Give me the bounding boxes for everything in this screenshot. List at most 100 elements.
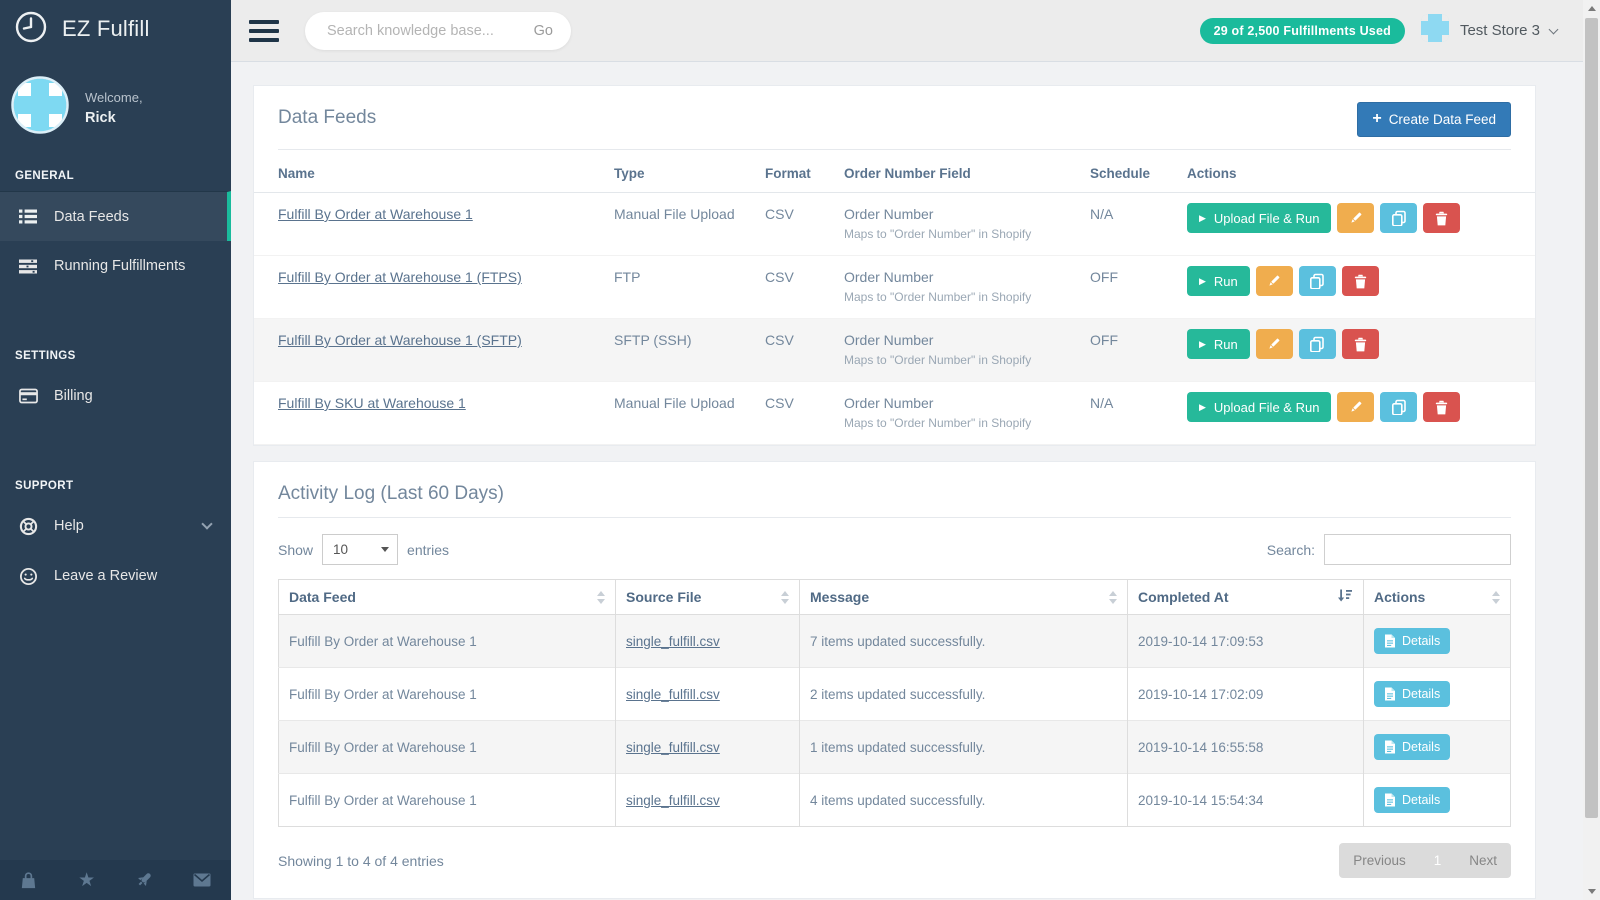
activity-data-feed: Fulfill By Order at Warehouse 1	[279, 668, 616, 721]
col-header-source-file[interactable]: Source File	[616, 580, 800, 615]
order-field: Order Number	[844, 269, 1082, 285]
col-header-schedule: Schedule	[1090, 152, 1187, 193]
show-label: Show	[278, 542, 313, 558]
play-icon: ▶	[1199, 277, 1206, 286]
col-header-completed-at[interactable]: Completed At	[1128, 580, 1364, 615]
upload-run-button[interactable]: ▶ Upload File & Run	[1187, 392, 1331, 422]
schedule-status: N/A	[1090, 382, 1187, 445]
copy-button[interactable]	[1380, 392, 1417, 422]
copy-icon	[1391, 210, 1407, 226]
pagination: Previous 1 Next	[1339, 843, 1511, 878]
document-icon	[1384, 634, 1396, 648]
order-field-note: Maps to "Order Number" in Shopify	[844, 290, 1082, 304]
activity-log-table: Data Feed Source File Message	[278, 579, 1511, 827]
trash-icon	[1435, 400, 1448, 415]
sidebar-item-label: Data Feeds	[54, 209, 129, 225]
sidebar: EZ Fulfill Welcome, Rick GENERAL	[0, 0, 231, 900]
source-file-link[interactable]: single_fulfill.csv	[626, 634, 720, 649]
edit-button[interactable]	[1256, 329, 1293, 359]
entries-label: entries	[407, 542, 449, 558]
section-label-settings: SETTINGS	[0, 335, 231, 371]
trash-icon	[1435, 211, 1448, 226]
life-ring-icon	[17, 517, 39, 536]
activity-completed-at: 2019-10-14 17:09:53	[1128, 615, 1364, 668]
col-header-message[interactable]: Message	[800, 580, 1128, 615]
edit-button[interactable]	[1256, 266, 1293, 296]
data-feed-link[interactable]: Fulfill By SKU at Warehouse 1	[278, 395, 466, 411]
menu-toggle-button[interactable]	[249, 20, 279, 42]
copy-button[interactable]	[1299, 329, 1336, 359]
activity-search-input[interactable]	[1324, 534, 1511, 565]
sidebar-item-label: Billing	[54, 388, 93, 404]
run-button[interactable]: ▶ Run	[1187, 329, 1250, 359]
pencil-icon	[1349, 400, 1363, 414]
entries-summary: Showing 1 to 4 of 4 entries	[278, 853, 444, 869]
welcome-label: Welcome,	[85, 90, 143, 105]
edit-button[interactable]	[1337, 392, 1374, 422]
shopping-bag-icon[interactable]	[0, 860, 58, 900]
search-label: Search:	[1267, 542, 1315, 558]
rocket-icon[interactable]	[116, 860, 174, 900]
delete-button[interactable]	[1342, 266, 1379, 296]
details-button[interactable]: Details	[1374, 734, 1450, 760]
create-data-feed-button[interactable]: + Create Data Feed	[1357, 102, 1511, 137]
envelope-icon[interactable]	[173, 860, 231, 900]
scroll-up-arrow[interactable]	[1583, 0, 1600, 17]
data-feed-link[interactable]: Fulfill By Order at Warehouse 1	[278, 206, 473, 222]
star-icon[interactable]: ★	[58, 860, 116, 900]
current-page-button[interactable]: 1	[1420, 843, 1456, 878]
store-avatar	[1420, 13, 1450, 48]
delete-button[interactable]	[1342, 329, 1379, 359]
source-file-link[interactable]: single_fulfill.csv	[626, 740, 720, 755]
search-go-button[interactable]: Go	[534, 23, 553, 39]
scrollbar-thumb[interactable]	[1585, 18, 1598, 818]
row-actions: ▶ Upload File & Run	[1187, 392, 1527, 422]
delete-button[interactable]	[1423, 203, 1460, 233]
feed-format: CSV	[765, 319, 844, 382]
page-size-select[interactable]: 10	[322, 534, 398, 565]
details-button[interactable]: Details	[1374, 628, 1450, 654]
knowledge-search: Go	[305, 12, 571, 50]
copy-button[interactable]	[1299, 266, 1336, 296]
col-header-format: Format	[765, 152, 844, 193]
run-button[interactable]: ▶ Run	[1187, 266, 1250, 296]
next-page-button[interactable]: Next	[1455, 843, 1511, 878]
pencil-icon	[1349, 211, 1363, 225]
source-file-link[interactable]: single_fulfill.csv	[626, 687, 720, 702]
activity-completed-at: 2019-10-14 17:02:09	[1128, 668, 1364, 721]
copy-icon	[1391, 399, 1407, 415]
activity-message: 2 items updated successfully.	[800, 668, 1128, 721]
activity-table-footer: Showing 1 to 4 of 4 entries Previous 1 N…	[254, 827, 1535, 898]
scroll-down-arrow[interactable]	[1583, 883, 1600, 900]
schedule-status: OFF	[1090, 319, 1187, 382]
topbar-right: 29 of 2,500 Fulfillments Used	[1200, 13, 1557, 48]
upload-run-button[interactable]: ▶ Upload File & Run	[1187, 203, 1331, 233]
sidebar-item-billing[interactable]: Billing	[0, 371, 231, 421]
data-feed-link[interactable]: Fulfill By Order at Warehouse 1 (SFTP)	[278, 332, 522, 348]
page-scrollbar[interactable]	[1583, 0, 1600, 900]
details-button[interactable]: Details	[1374, 787, 1450, 813]
store-menu[interactable]: Test Store 3	[1420, 13, 1557, 48]
sort-desc-icon	[1338, 589, 1353, 605]
data-feed-row: Fulfill By SKU at Warehouse 1 Manual Fil…	[254, 382, 1535, 445]
sidebar-item-help[interactable]: Help	[0, 501, 231, 551]
previous-page-button[interactable]: Previous	[1339, 843, 1420, 878]
main-area: Go 29 of 2,500 Fulfillments Used	[231, 0, 1583, 900]
play-icon: ▶	[1199, 403, 1206, 412]
details-button[interactable]: Details	[1374, 681, 1450, 707]
source-file-link[interactable]: single_fulfill.csv	[626, 793, 720, 808]
copy-button[interactable]	[1380, 203, 1417, 233]
row-actions: ▶ Run	[1187, 266, 1527, 296]
sidebar-item-leave-a-review[interactable]: Leave a Review	[0, 551, 231, 601]
col-header-actions[interactable]: Actions	[1364, 580, 1511, 615]
edit-button[interactable]	[1337, 203, 1374, 233]
sidebar-item-running-fulfillments[interactable]: Running Fulfillments	[0, 241, 231, 291]
app-brand[interactable]: EZ Fulfill	[0, 0, 231, 58]
sidebar-item-data-feeds[interactable]: Data Feeds	[0, 191, 231, 241]
delete-button[interactable]	[1423, 392, 1460, 422]
clock-logo-icon	[13, 9, 49, 50]
search-input[interactable]	[327, 23, 534, 39]
data-feed-link[interactable]: Fulfill By Order at Warehouse 1 (FTPS)	[278, 269, 522, 285]
col-header-data-feed[interactable]: Data Feed	[279, 580, 616, 615]
feed-format: CSV	[765, 193, 844, 256]
